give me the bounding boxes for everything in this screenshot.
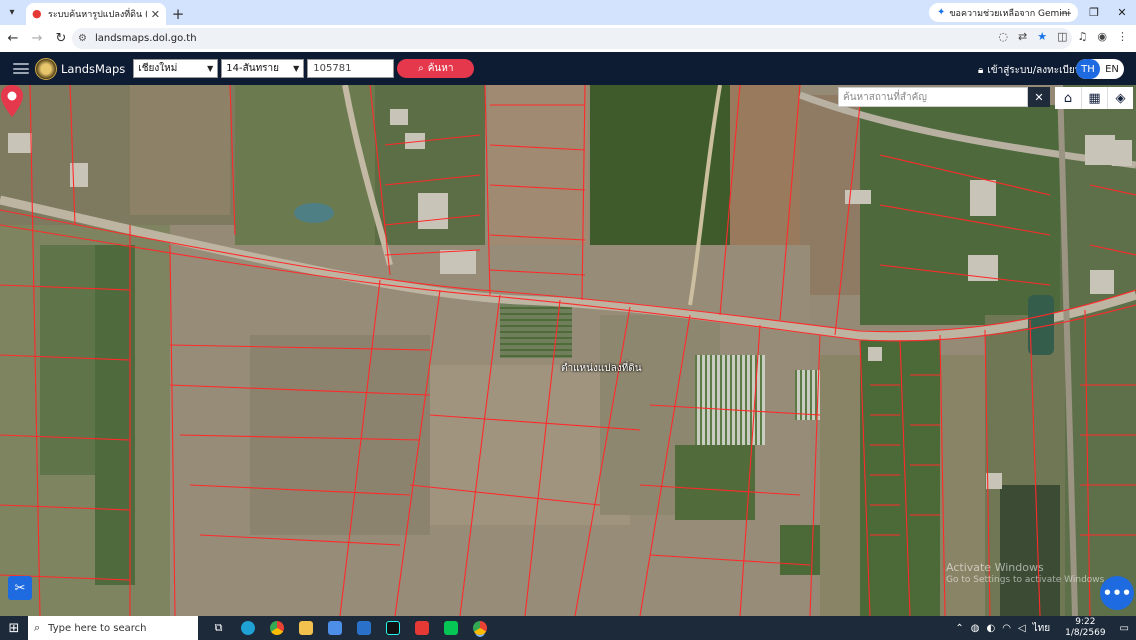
taskbar-search-placeholder: Type here to search — [48, 622, 147, 634]
restore-button[interactable]: ❐ — [1080, 0, 1108, 25]
address-bar[interactable]: ⚙ landsmaps.dol.go.th — [72, 28, 1072, 49]
url-text: landsmaps.dol.go.th — [94, 33, 197, 44]
clock-date: 1/8/2569 — [1065, 628, 1106, 638]
wps-icon[interactable] — [407, 616, 436, 640]
extensions-icon[interactable]: ◫ — [1057, 30, 1067, 43]
minimize-button[interactable]: — — [1052, 0, 1080, 25]
watermark-subtitle: Go to Settings to activate Windows. — [946, 575, 1108, 585]
windows-start-icon[interactable]: ⊞ — [0, 616, 28, 640]
hamburger-menu-icon[interactable] — [13, 63, 29, 74]
map-tools: ⌂ ▦ ◈ — [1055, 87, 1133, 109]
language-toggle: TH EN — [1076, 59, 1124, 79]
search-label: ค้นหา — [427, 63, 454, 74]
place-search-close-button[interactable]: ✕ — [1028, 87, 1050, 107]
store-icon[interactable] — [320, 616, 349, 640]
search-button[interactable]: ⌕ ค้นหา — [397, 59, 475, 78]
chrome-active-icon[interactable] — [465, 616, 494, 640]
watermark-title: Activate Windows — [946, 561, 1044, 574]
browser-menu-icon[interactable]: ⋮ — [1117, 30, 1128, 43]
app-header: LandsMaps เชียงใหม่ ▼ 14-สันทราย ▼ 10578… — [0, 52, 1136, 85]
layers-icon[interactable]: ◈ — [1107, 87, 1133, 109]
taskbar-search[interactable]: ⌕ Type here to search — [28, 616, 198, 640]
volume-icon[interactable]: ◁ — [1018, 623, 1026, 634]
more-options-button[interactable]: ••• — [1100, 576, 1134, 610]
map-pin-favicon-icon: ● — [32, 7, 42, 20]
window-controls: — ❐ ✕ — [1052, 0, 1136, 25]
activate-windows-watermark: Activate Windows Go to Settings to activ… — [946, 561, 1107, 587]
input-language[interactable]: ไทย — [1033, 621, 1050, 636]
home-icon[interactable]: ⌂ — [1055, 87, 1081, 109]
eye-off-icon[interactable]: ◌ — [998, 30, 1008, 43]
screen: ▾ ● ระบบค้นหารูปแปลงที่ดิน (LandsMaps) ✕… — [0, 0, 1136, 640]
notification-icon[interactable]: ▭ — [1120, 623, 1129, 634]
new-tab-button[interactable]: + — [166, 3, 190, 25]
media-icon[interactable]: ♫ — [1078, 30, 1088, 43]
security-icon[interactable]: ◐ — [986, 623, 995, 634]
tab-close-button[interactable]: ✕ — [151, 8, 160, 21]
grid-icon[interactable]: ▦ — [1081, 87, 1107, 109]
province-value: เชียงใหม่ — [138, 63, 178, 74]
map-pin-icon[interactable] — [0, 85, 24, 117]
gemini-sparkle-icon: ✦ — [937, 7, 946, 18]
forward-button[interactable]: → — [26, 28, 48, 50]
file-explorer-icon[interactable] — [291, 616, 320, 640]
lock-icon: 🔒︎ — [978, 65, 984, 76]
reload-button[interactable]: ↻ — [50, 28, 72, 50]
marker-label: ตำแหน่งแปลงที่ดิน — [561, 363, 642, 374]
network-icon[interactable]: ◍ — [971, 623, 980, 634]
province-select[interactable]: เชียงใหม่ ▼ — [133, 59, 219, 78]
chevron-down-icon: ▼ — [207, 64, 214, 73]
clock[interactable]: 9:22 1/8/2569 — [1065, 617, 1105, 639]
translate-icon[interactable]: ⇄ — [1018, 30, 1027, 43]
lang-en-button[interactable]: EN — [1100, 59, 1124, 79]
parcel-number-input[interactable]: 105781 — [307, 59, 395, 78]
browser-tab-bar: ▾ ● ระบบค้นหารูปแปลงที่ดิน (LandsMaps) ✕… — [0, 0, 1136, 25]
tab-title: ระบบค้นหารูปแปลงที่ดิน (LandsMaps) — [48, 10, 147, 20]
tiktok-icon[interactable] — [378, 616, 407, 640]
place-search-input[interactable]: ค้นหาสถานที่สำคัญ — [838, 87, 1028, 107]
profile-icon[interactable]: ◉ — [1097, 30, 1107, 43]
back-button[interactable]: ← — [2, 28, 24, 50]
close-window-button[interactable]: ✕ — [1108, 0, 1136, 25]
site-info-icon[interactable]: ⚙ — [78, 33, 87, 44]
taskbar: ⊞ ⌕ Type here to search ⧉ ⌃ ◍ ◐ ◠ ◁ ไทย … — [0, 616, 1136, 640]
browser-tab-active[interactable]: ● ระบบค้นหารูปแปลงที่ดิน (LandsMaps) ✕ — [26, 3, 166, 25]
system-tray: ⌃ ◍ ◐ ◠ ◁ ไทย 9:22 1/8/2569 ▭ — [955, 616, 1136, 640]
mail-icon[interactable] — [349, 616, 378, 640]
search-icon: ⌕ — [418, 63, 424, 74]
wifi-icon[interactable]: ◠ — [1002, 623, 1011, 634]
district-select[interactable]: 14-สันทราย ▼ — [221, 59, 305, 78]
toolbar-icons: ◌ ⇄ ★ ◫ ♫ ◉ ⋮ — [998, 30, 1128, 43]
chevron-down-icon: ▼ — [293, 64, 300, 73]
lang-th-button[interactable]: TH — [1076, 59, 1100, 79]
dol-logo — [35, 57, 57, 80]
edge-icon[interactable] — [233, 616, 262, 640]
bookmark-star-icon[interactable]: ★ — [1037, 30, 1047, 43]
tab-search-chevron-icon[interactable]: ▾ — [0, 0, 24, 25]
login-link[interactable]: 🔒︎ เข้าสู่ระบบ/ลงทะเบียน — [978, 63, 1082, 78]
satellite-map[interactable]: ค้นหาสถานที่สำคัญ ✕ ⌂ ▦ ◈ ตำแหน่งแปลงที่… — [0, 85, 1136, 616]
line-icon[interactable] — [436, 616, 465, 640]
taskbar-apps: ⧉ — [204, 616, 494, 640]
chevron-up-icon[interactable]: ⌃ — [955, 623, 963, 634]
district-value: 14-สันทราย — [226, 63, 280, 74]
clock-time: 9:22 — [1075, 617, 1096, 627]
map-imagery — [0, 85, 1136, 616]
search-icon: ⌕ — [34, 621, 41, 634]
brand-name: LandsMaps — [61, 61, 126, 76]
task-view-icon[interactable]: ⧉ — [204, 616, 233, 640]
chrome-icon[interactable] — [262, 616, 291, 640]
login-label: เข้าสู่ระบบ/ลงทะเบียน — [987, 65, 1082, 76]
browser-toolbar: ← → ↻ ⚙ landsmaps.dol.go.th ◌ ⇄ ★ ◫ ♫ ◉ … — [0, 25, 1136, 52]
measure-tools-icon[interactable]: ✂ — [8, 576, 32, 600]
